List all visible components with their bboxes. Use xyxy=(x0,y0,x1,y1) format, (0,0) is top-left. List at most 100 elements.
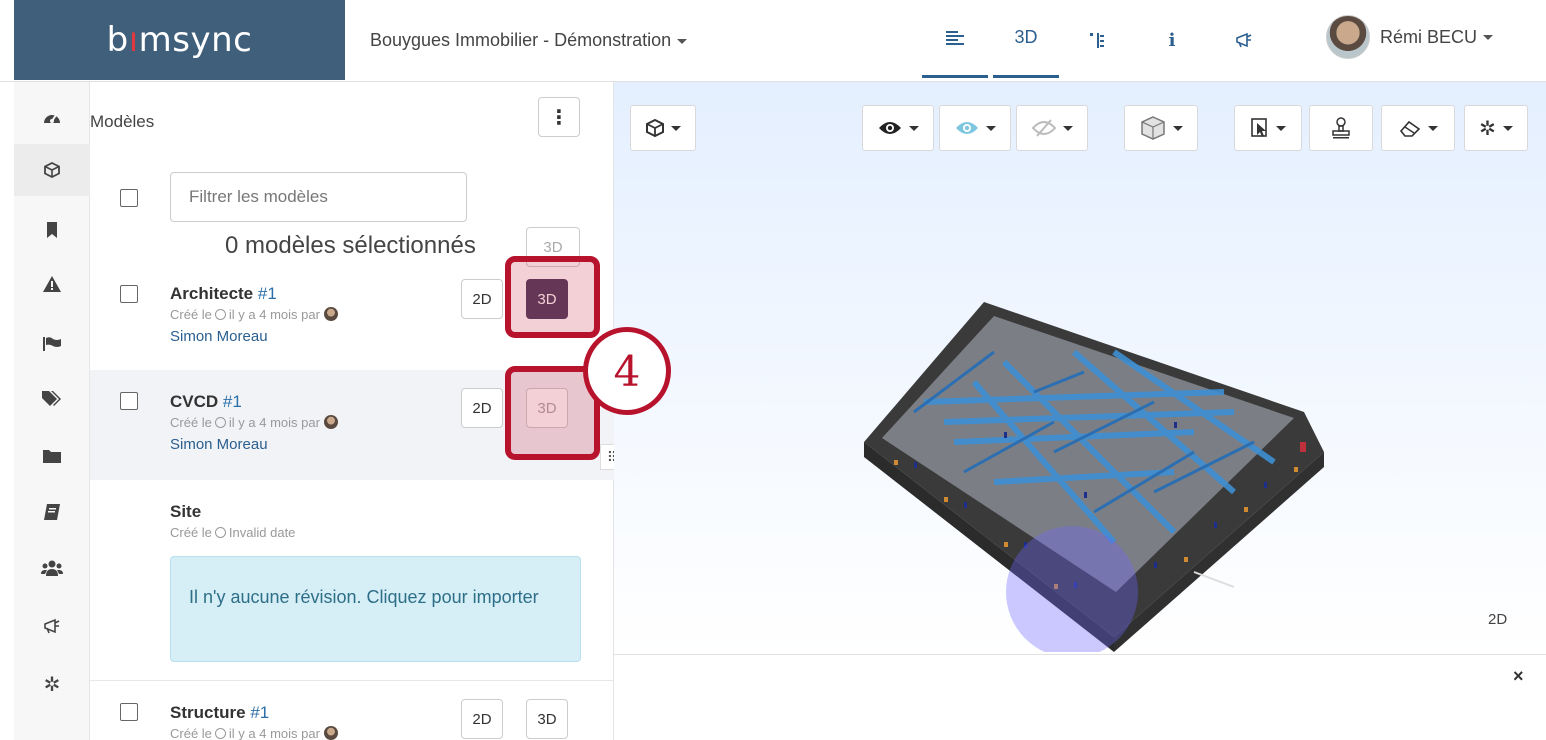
avatar xyxy=(323,726,338,740)
model-checkbox[interactable] xyxy=(120,703,138,721)
stamp-icon xyxy=(1332,117,1350,139)
users-icon xyxy=(41,560,63,576)
tab-info[interactable]: i xyxy=(1152,0,1192,80)
top-bar: bımsync Bouygues Immobilier - Démonstrat… xyxy=(0,0,1546,82)
clock-icon xyxy=(214,728,226,739)
chevron-down-icon xyxy=(1427,125,1438,131)
tab-list[interactable] xyxy=(922,0,988,78)
model-checkbox[interactable] xyxy=(120,285,138,303)
tab-3d[interactable]: 3D xyxy=(993,0,1059,78)
user-name: Rémi BECU xyxy=(1380,26,1478,47)
sidebar-item-tags[interactable] xyxy=(14,372,90,424)
avatar xyxy=(1326,15,1370,59)
pointer-icon xyxy=(1250,118,1267,137)
megaphone-icon xyxy=(1236,32,1252,48)
model-name[interactable]: CVCD #1 xyxy=(170,392,242,412)
filter-input[interactable] xyxy=(170,172,467,222)
bimsync-logo[interactable]: bımsync xyxy=(14,0,345,80)
model-created: Créé le il y a 4 mois par xyxy=(170,415,338,430)
xray-menu-button[interactable] xyxy=(939,105,1011,151)
chevron-down-icon xyxy=(1502,125,1513,131)
hidden-menu-button[interactable] xyxy=(1016,105,1088,151)
visibility-menu-button[interactable] xyxy=(862,105,934,151)
chevron-down-icon xyxy=(1172,125,1183,131)
icon-sidebar: ✲ xyxy=(14,82,90,740)
warning-icon xyxy=(43,276,61,292)
sidebar-item-bookmarks[interactable] xyxy=(14,204,90,256)
model-created: Créé le il y a 4 mois par xyxy=(170,307,338,322)
3d-viewer[interactable]: ✲ 2D xyxy=(614,82,1546,654)
model-checkbox[interactable] xyxy=(120,392,138,410)
section-box-menu-button[interactable] xyxy=(1124,105,1198,151)
cube-menu-button[interactable] xyxy=(630,105,696,151)
sidebar-item-flags[interactable] xyxy=(14,318,90,370)
selection-count: 0 modèles sélectionnés xyxy=(225,232,476,259)
model-name[interactable]: Site xyxy=(170,502,201,522)
open-2d-button[interactable]: 2D xyxy=(461,388,503,428)
sidebar-item-documents[interactable] xyxy=(14,430,90,482)
view-2d-label[interactable]: 2D xyxy=(1488,611,1507,628)
sidebar-item-users[interactable] xyxy=(14,542,90,594)
eye-icon xyxy=(878,122,901,134)
open-2d-button[interactable]: 2D xyxy=(461,279,503,319)
tab-tree[interactable] xyxy=(1075,0,1119,80)
step-number-badge: 4 xyxy=(583,327,671,415)
chevron-down-icon xyxy=(670,125,681,131)
building-model[interactable] xyxy=(854,292,1334,652)
close-icon[interactable]: × xyxy=(1513,666,1524,687)
sidebar-item-settings[interactable]: ✲ xyxy=(14,658,90,710)
clock-icon xyxy=(214,417,226,428)
user-menu[interactable]: Rémi BECU xyxy=(1326,15,1494,59)
settings-menu-button[interactable]: ✲ xyxy=(1464,105,1528,151)
chevron-down-icon xyxy=(1275,125,1286,131)
cube-icon xyxy=(645,119,664,137)
open-2d-button[interactable]: 2D xyxy=(461,699,503,739)
sidebar-item-announcements[interactable] xyxy=(14,600,90,652)
project-name: Bouygues Immobilier - Démonstration xyxy=(370,30,672,50)
chevron-down-icon xyxy=(908,125,919,131)
sidebar-item-issues[interactable] xyxy=(14,258,90,310)
list-icon xyxy=(946,30,964,45)
chevron-down-icon xyxy=(1062,125,1073,131)
select-all-checkbox[interactable] xyxy=(120,189,138,207)
paint-menu-button[interactable] xyxy=(1381,105,1455,151)
gear-icon: ✲ xyxy=(43,673,61,696)
measure-tool-button[interactable] xyxy=(1309,105,1373,151)
section-box-icon xyxy=(1140,116,1165,140)
flag-icon xyxy=(43,337,61,351)
eye-icon xyxy=(955,122,978,134)
more-options-button[interactable]: ⋮ xyxy=(538,97,580,137)
bookmark-icon xyxy=(47,222,57,238)
megaphone-icon xyxy=(44,618,60,634)
model-author[interactable]: Simon Moreau xyxy=(170,328,268,345)
tree-icon xyxy=(1090,33,1104,48)
sidebar-item-library[interactable] xyxy=(14,486,90,538)
panel-title: Modèles xyxy=(90,112,155,131)
folder-icon xyxy=(43,450,61,463)
sidebar-item-models[interactable] xyxy=(14,144,90,196)
eye-slash-icon xyxy=(1031,119,1056,137)
chevron-down-icon xyxy=(985,125,996,131)
model-created: Créé le il y a 4 mois par xyxy=(170,726,338,740)
no-revision-alert[interactable]: Il n'y aucune révision. Cliquez pour imp… xyxy=(170,556,581,662)
open-3d-button[interactable]: 3D xyxy=(526,699,568,739)
model-author[interactable]: Simon Moreau xyxy=(170,436,268,453)
chevron-down-icon xyxy=(1483,34,1494,40)
clock-icon xyxy=(214,309,226,320)
bottom-panel xyxy=(614,654,1546,740)
model-name[interactable]: Structure #1 xyxy=(170,703,269,723)
select-tool-button[interactable] xyxy=(1234,105,1302,151)
dashboard-icon xyxy=(44,114,60,123)
clock-icon xyxy=(214,527,226,538)
info-icon: i xyxy=(1168,29,1176,51)
tab-announcements[interactable] xyxy=(1222,0,1266,80)
project-selector[interactable]: Bouygues Immobilier - Démonstration xyxy=(370,30,688,51)
highlight-architecte-3d xyxy=(505,256,600,338)
cube-icon xyxy=(44,162,60,178)
model-name[interactable]: Architecte #1 xyxy=(170,284,277,304)
sidebar-item-dashboard[interactable] xyxy=(14,92,90,144)
kebab-icon: ⋮ xyxy=(549,106,569,129)
tags-icon xyxy=(42,391,61,406)
avatar xyxy=(323,415,338,429)
avatar xyxy=(323,307,338,321)
